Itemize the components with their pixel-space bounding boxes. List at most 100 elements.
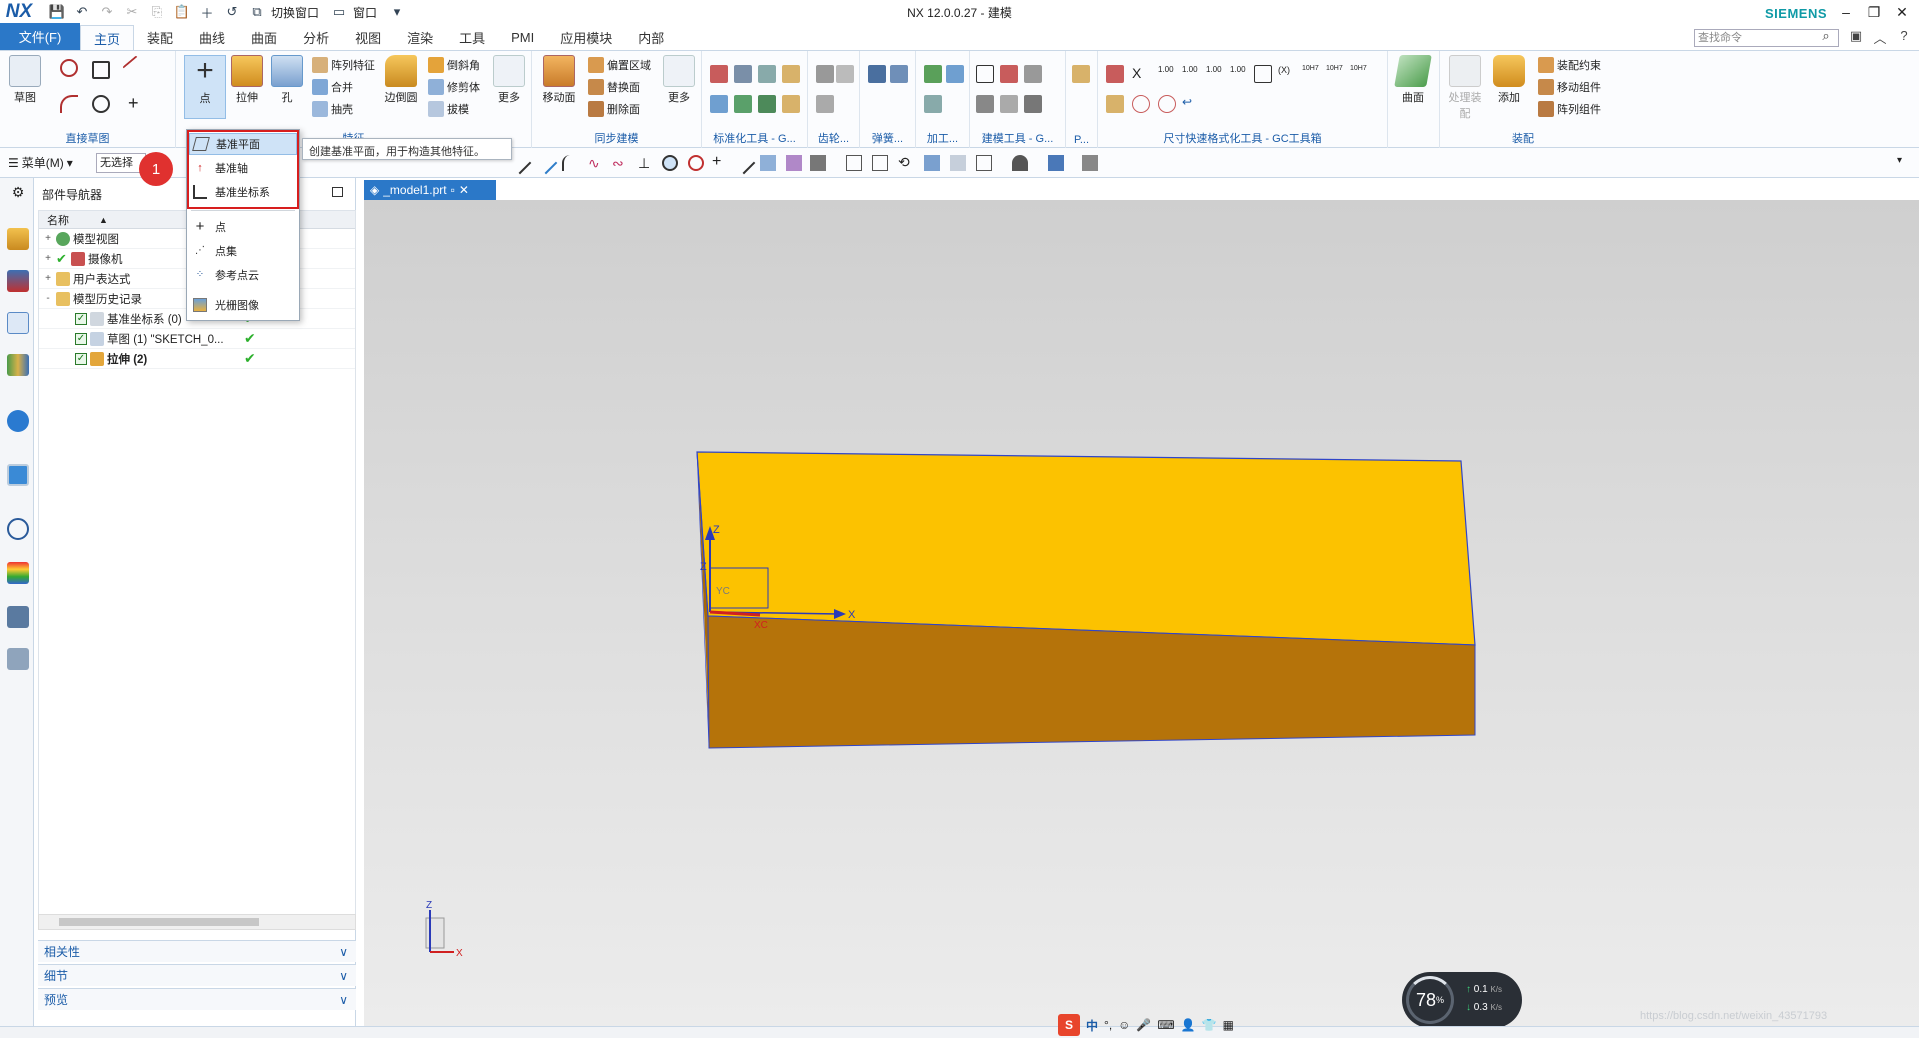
file-menu-tab[interactable]: 文件(F) [0, 23, 80, 50]
unite-button[interactable]: 合并 [312, 79, 353, 95]
fit-view-icon[interactable] [846, 155, 862, 171]
ime-language[interactable]: 中 [1086, 1017, 1098, 1034]
tab-assembly[interactable]: 装配 [134, 25, 186, 50]
tab-internal[interactable]: 内部 [625, 25, 677, 50]
tab-render[interactable]: 渲染 [394, 25, 446, 50]
nut-icon[interactable] [734, 95, 752, 113]
tree-node-sketch[interactable]: ✓ 草图 (1) "SKETCH_0... ✔ [39, 329, 355, 349]
add-component-button[interactable]: 添加 [1488, 55, 1530, 105]
block-top-face[interactable] [696, 451, 1476, 646]
history-icon[interactable] [7, 518, 29, 540]
orient-view-icon[interactable] [976, 155, 992, 171]
snap-center-icon[interactable] [662, 155, 678, 171]
delete-face-button[interactable]: 删除面 [588, 101, 640, 117]
tab-surface[interactable]: 曲面 [238, 25, 290, 50]
role-icon[interactable] [7, 606, 29, 628]
zoom-icon[interactable] [872, 155, 888, 171]
close-icon[interactable]: ✕ [1889, 0, 1915, 24]
offset-region-button[interactable]: 偏置区域 [588, 57, 651, 73]
rotate-icon[interactable]: ↩ [1182, 95, 1200, 113]
assembly-navigator-icon[interactable] [7, 228, 29, 250]
graphics-window[interactable]: Z X Z YC XC Z X [364, 200, 1919, 1026]
pan-icon[interactable] [924, 155, 940, 171]
menu-button[interactable]: ☰ 菜单(M) ▾ [8, 154, 73, 171]
snap-curve-icon[interactable]: ∾ [612, 155, 628, 171]
fit-h7-3-icon[interactable]: 10H7 [1350, 65, 1368, 83]
part-navigator-icon[interactable] [7, 312, 29, 334]
fit-h7-icon[interactable]: 10H7 [1302, 65, 1320, 83]
machining-icon[interactable] [924, 65, 942, 83]
edge-blend-button[interactable]: 边倒圆 [380, 55, 422, 105]
pin-icon[interactable] [710, 95, 728, 113]
help-icon[interactable]: ? [1895, 28, 1913, 46]
bearing-icon[interactable] [782, 95, 800, 113]
key-icon[interactable] [782, 65, 800, 83]
paste-icon[interactable]: 📋 [171, 2, 193, 22]
switch-window-icon[interactable]: ⧉ [246, 2, 268, 22]
display-icon[interactable] [1048, 155, 1064, 171]
visibility-checkbox[interactable]: ✓ [75, 312, 87, 325]
tool-icon[interactable] [946, 65, 964, 83]
palette-icon[interactable] [7, 562, 29, 584]
keyboard-icon[interactable]: ⌨ [1157, 1018, 1174, 1032]
window-icon[interactable]: ▭ [328, 2, 350, 22]
rotate-view-icon[interactable]: ⟲ [898, 155, 914, 171]
snap-line-icon[interactable] [508, 151, 532, 175]
punctuation-icon[interactable]: °, [1104, 1018, 1112, 1032]
tol-format-4-icon[interactable]: 1.00 [1230, 65, 1248, 83]
dimension-icon[interactable] [1106, 65, 1124, 83]
snap-point-icon[interactable]: + [712, 154, 728, 171]
array-component-button[interactable]: 阵列组件 [1538, 101, 1601, 117]
horizontal-scrollbar[interactable] [38, 914, 356, 930]
surface-button[interactable]: 曲面 [1392, 55, 1434, 105]
line-icon[interactable] [122, 55, 148, 81]
tab-tools[interactable]: 工具 [446, 25, 498, 50]
window-button[interactable]: 窗口 [353, 4, 377, 21]
disc-spring-icon[interactable] [890, 65, 908, 83]
search-icon[interactable]: ⌕ [1817, 28, 1835, 46]
gear-icon[interactable] [816, 65, 834, 83]
hole-button[interactable]: 孔 [266, 55, 308, 105]
web-browser-icon[interactable] [7, 464, 29, 486]
customize-dropdown-icon[interactable]: ▾ [386, 2, 408, 22]
visibility-checkbox[interactable]: ✓ [75, 332, 87, 345]
profile-icon[interactable] [60, 59, 78, 77]
process-assembly-button[interactable]: 处理装配 [1444, 55, 1486, 121]
move-face-button[interactable]: 移动面 [538, 55, 580, 105]
snap-body-icon[interactable] [786, 155, 802, 171]
close-tab-icon[interactable]: ✕ [459, 183, 469, 197]
check-icon[interactable] [1024, 65, 1042, 83]
scrollbar-thumb[interactable] [59, 918, 259, 926]
tab-analysis[interactable]: 分析 [290, 25, 342, 50]
visibility-checkbox[interactable]: ✓ [75, 352, 87, 365]
gear-mesh-icon[interactable] [836, 65, 854, 83]
move-component-button[interactable]: 移动组件 [1538, 79, 1601, 95]
table-icon[interactable] [976, 95, 994, 113]
redo-icon[interactable]: ↷ [96, 2, 118, 22]
standard-part-icon[interactable] [710, 65, 728, 83]
tolerance-icon[interactable] [1024, 95, 1042, 113]
user-icon[interactable]: 👤 [1181, 1018, 1196, 1032]
panel-details[interactable]: 细节 ∨ [38, 964, 356, 986]
rectangle-icon[interactable] [92, 61, 110, 79]
tab-home[interactable]: 主页 [80, 25, 135, 50]
toolbar-options-icon[interactable]: ▾ [1897, 155, 1913, 171]
snap-arc-icon[interactable] [562, 155, 578, 171]
snap-circle-icon[interactable] [688, 155, 704, 171]
point-sketch-icon[interactable]: + [128, 94, 146, 113]
tol-format-3-icon[interactable]: 1.00 [1206, 65, 1224, 83]
constraint-navigator-icon[interactable] [7, 270, 29, 292]
collapse-ribbon-icon[interactable]: ︿ [1871, 28, 1889, 46]
more-features-button[interactable]: 更多 [488, 55, 530, 105]
assembly-constraint-button[interactable]: 装配约束 [1538, 57, 1601, 73]
snap-spline-icon[interactable]: ∿ [588, 155, 604, 171]
basic-dim-icon[interactable] [1254, 65, 1272, 83]
tab-view[interactable]: 视图 [342, 25, 394, 50]
skin-icon[interactable]: 👕 [1202, 1018, 1217, 1032]
gear-rack-icon[interactable] [816, 95, 834, 113]
snap-perpendicular-icon[interactable]: ⊥ [638, 155, 654, 171]
document-tab[interactable]: ◈ _model1.prt ▫ ✕ [364, 180, 496, 200]
reuse-library-icon[interactable] [7, 354, 29, 376]
undo-icon[interactable]: ↶ [71, 2, 93, 22]
ref-dim-icon[interactable]: (X) [1278, 65, 1296, 83]
